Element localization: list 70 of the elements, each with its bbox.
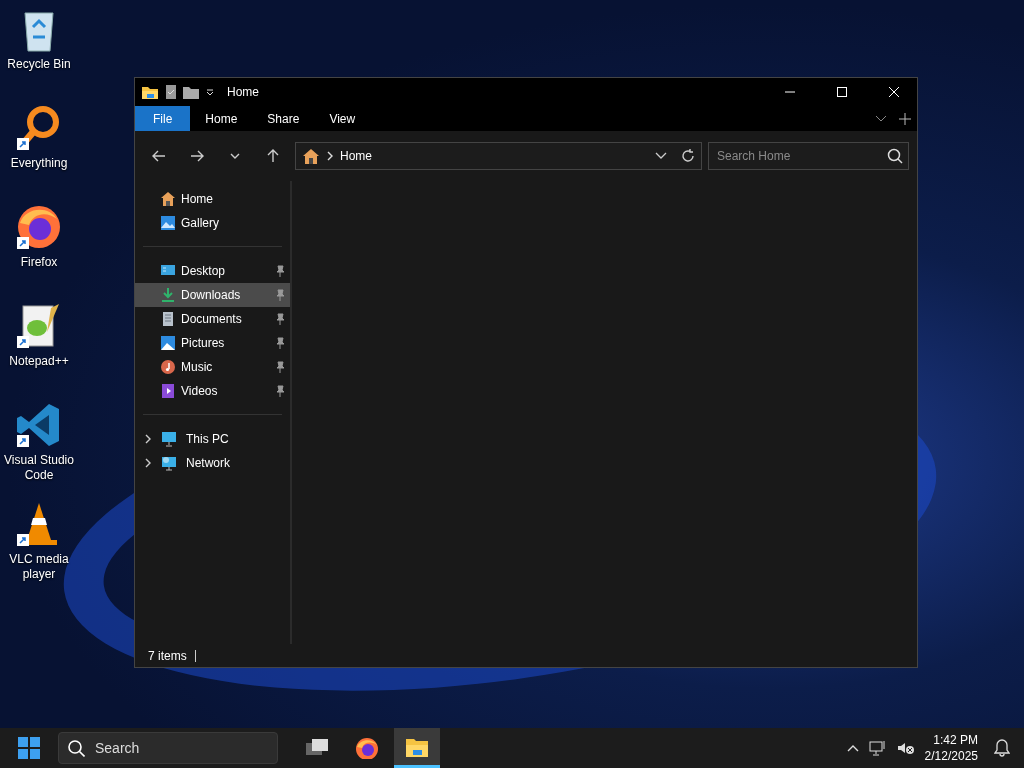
sidebar-item[interactable]: Gallery [135,211,290,235]
sidebar-item[interactable]: Music [135,355,290,379]
landscape-picture-icon [160,215,176,231]
document-icon[interactable] [165,84,177,100]
chevron-down-icon[interactable] [655,152,667,160]
desktop-icon-label[interactable]: Firefox [20,255,58,270]
chevron-up-icon[interactable] [846,744,859,752]
landscape-picture-icon [160,335,176,351]
chevron-right-icon[interactable] [144,434,152,444]
pin-icon[interactable] [275,265,285,277]
sidebar-item[interactable]: Network [135,451,290,475]
sidebar-item[interactable]: Documents [135,307,290,331]
desktop-icon-label[interactable]: Everything [10,156,68,171]
close-icon [888,87,900,97]
search-field[interactable]: Search Home [708,142,909,170]
pin-icon[interactable] [275,289,285,301]
desktop-icon-label[interactable]: Notepad++ [9,354,69,369]
network-monitor-icon [161,455,177,471]
folder-icon [141,84,159,100]
clock-time[interactable]: 1:42 PM [924,732,978,748]
network-icon[interactable] [868,740,887,756]
firefox-style-icon [355,737,379,759]
desktop-icon-label[interactable]: Visual Studio Code [0,453,78,483]
address-location: Home [340,148,373,165]
download-arrow-icon [160,287,176,303]
item-count: 7 items [148,647,187,665]
pin-icon[interactable] [275,361,285,373]
chevron-right-icon [326,151,334,161]
folder-icon[interactable] [183,85,199,99]
pin-icon[interactable] [275,385,285,397]
pin-icon[interactable] [275,313,285,325]
sidebar-item[interactable]: Videos [135,379,290,403]
desktop-icon-label[interactable]: VLC media player [0,552,78,582]
sidebar-item[interactable]: Pictures [135,331,290,355]
ribbon-tab[interactable]: Home [190,106,253,131]
house-icon [302,148,320,164]
taskbar-app-button[interactable] [394,728,440,768]
monitor-icon [161,431,177,447]
house-icon [160,191,176,207]
document-icon [160,311,176,327]
sidebar-item[interactable]: Downloads [135,283,290,307]
firefox-style-icon[interactable] [15,203,63,251]
sidebar-item[interactable]: Desktop [135,259,290,283]
sidebar-item[interactable]: Home [135,187,290,211]
film-icon [160,383,176,399]
address-bar[interactable]: Home [295,142,702,170]
maximize-icon [836,87,848,97]
sidebar-item[interactable]: This PC [135,427,290,451]
pin-icon[interactable] [275,337,285,349]
chevron-right-icon[interactable] [144,458,152,468]
up-arrow-icon[interactable] [265,148,281,164]
search-icon [67,739,85,757]
window-title: Home [227,84,259,101]
taskbar-search-field[interactable]: Search [58,732,278,764]
muted-speaker-icon[interactable] [896,740,915,756]
plus-icon[interactable] [899,112,911,125]
forward-arrow-icon[interactable] [189,148,205,164]
clock-date[interactable]: 2/12/2025 [924,748,978,764]
ribbon-tab[interactable]: View [314,106,371,131]
desktop-icon-label[interactable]: Recycle Bin [7,57,71,72]
bell-icon[interactable] [994,739,1010,757]
windows-logo-icon [18,737,40,759]
music-note-icon [160,359,176,375]
refresh-icon[interactable] [681,149,695,163]
ribbon-tab[interactable]: Share [252,106,315,131]
back-arrow-icon[interactable] [151,148,167,164]
search-icon[interactable] [887,148,903,164]
dropdown-icon[interactable] [205,87,215,97]
ribbon-tab[interactable]: File [135,106,191,131]
chevron-down-icon[interactable] [875,114,887,123]
